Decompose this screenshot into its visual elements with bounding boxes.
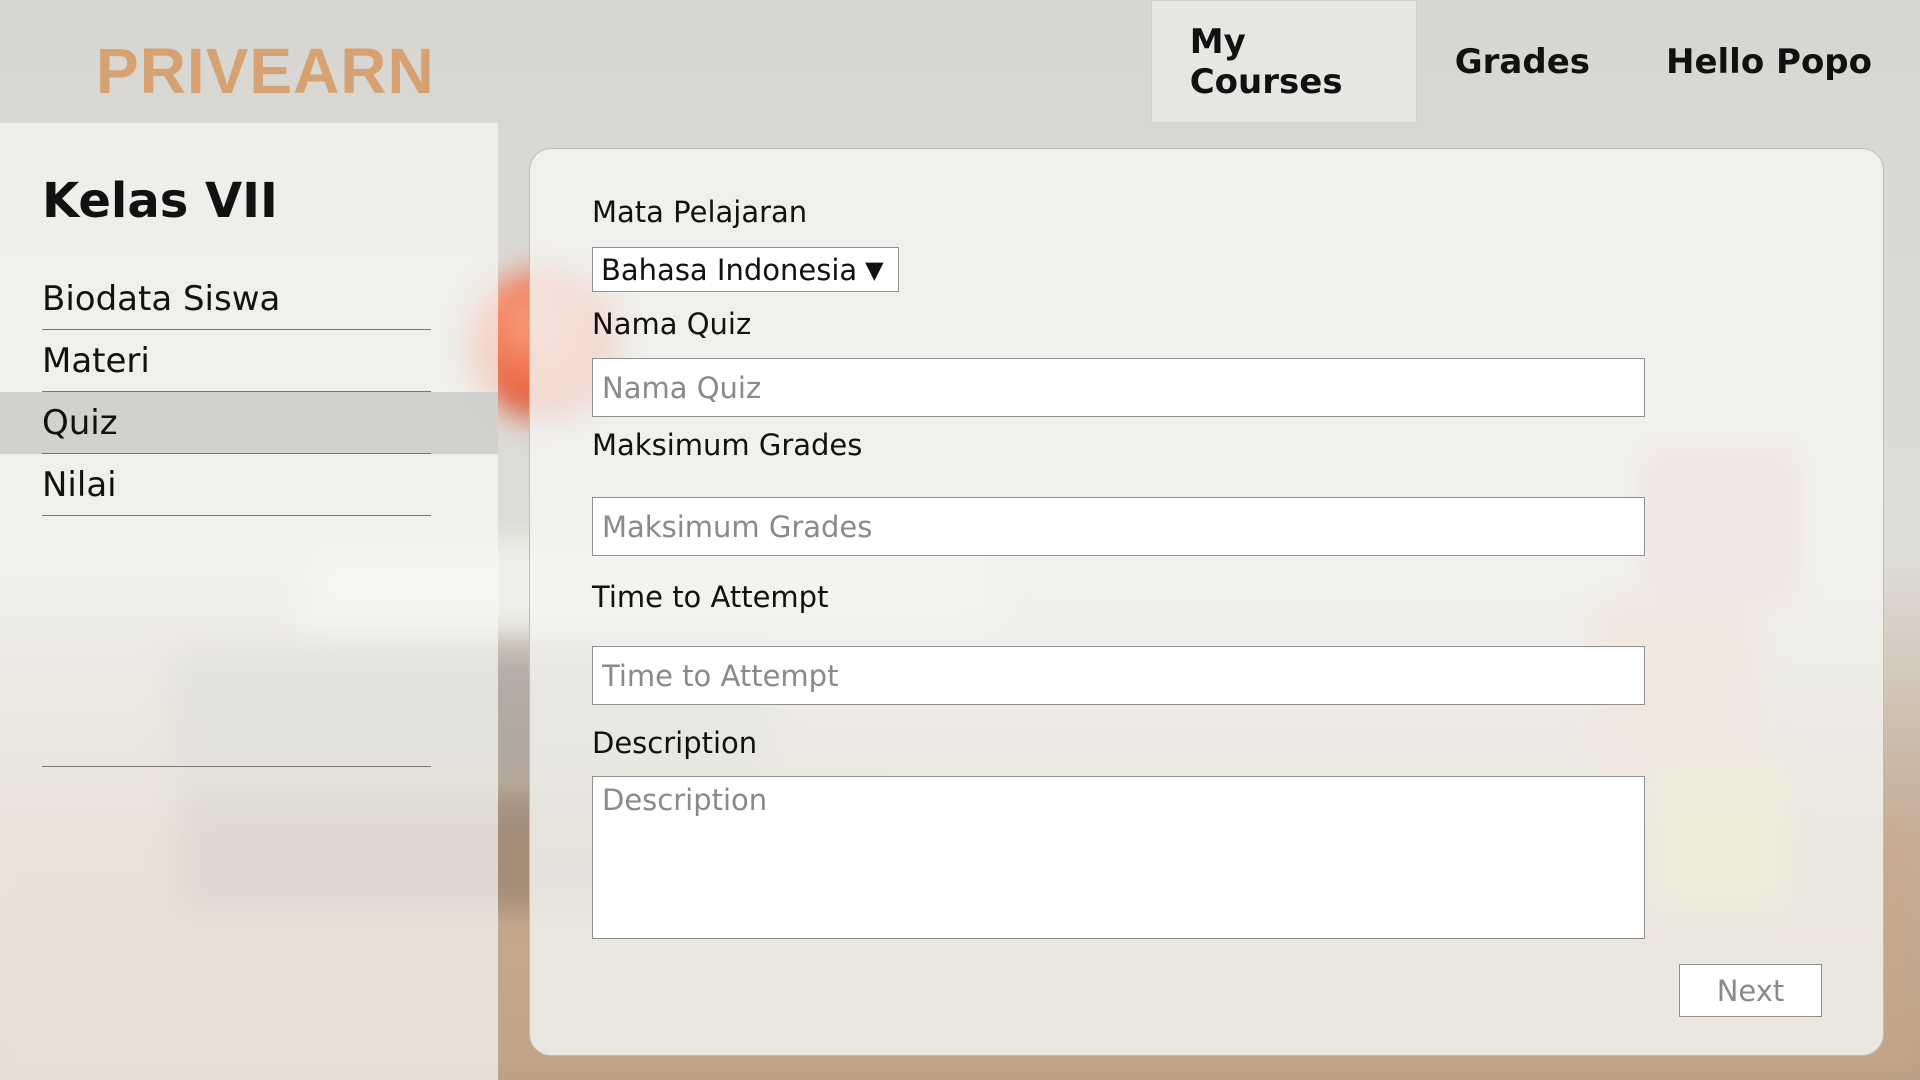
description-label: Description [592,726,758,760]
sidebar-item-nilai[interactable]: Nilai [0,454,498,516]
sidebar: Kelas VII Biodata Siswa Materi Quiz Nila… [0,123,498,1080]
sidebar-item-materi[interactable]: Materi [0,330,498,392]
brand-logo[interactable]: PRIVEARN [96,34,435,108]
quiz-name-input[interactable] [592,358,1645,417]
sidebar-divider [42,766,431,767]
dropdown-arrow-icon: ▼ [865,255,884,284]
subject-select[interactable]: Bahasa Indonesia ▼ [592,247,899,292]
max-grades-input[interactable] [592,497,1645,556]
time-to-attempt-input[interactable] [592,646,1645,705]
sidebar-item-biodata-siswa[interactable]: Biodata Siswa [0,268,498,330]
sidebar-menu: Biodata Siswa Materi Quiz Nilai [0,268,498,516]
next-button[interactable]: Next [1679,964,1822,1017]
subject-select-value: Bahasa Indonesia [601,252,858,287]
sidebar-item-quiz[interactable]: Quiz [0,392,498,454]
description-textarea[interactable] [592,776,1645,939]
class-title: Kelas VII [42,173,278,229]
time-to-attempt-label: Time to Attempt [592,580,829,614]
max-grades-label: Maksimum Grades [592,428,863,462]
quiz-form-panel: Mata Pelajaran Bahasa Indonesia ▼ Nama Q… [529,148,1884,1056]
top-nav: My Courses Grades Hello Popo [1150,0,1920,123]
nav-grades[interactable]: Grades [1417,0,1628,123]
nav-user-greeting[interactable]: Hello Popo [1628,0,1920,123]
quiz-name-label: Nama Quiz [592,307,752,341]
top-header: PRIVEARN My Courses Grades Hello Popo [0,0,1920,123]
nav-my-courses[interactable]: My Courses [1150,0,1417,123]
subject-label: Mata Pelajaran [592,195,808,229]
